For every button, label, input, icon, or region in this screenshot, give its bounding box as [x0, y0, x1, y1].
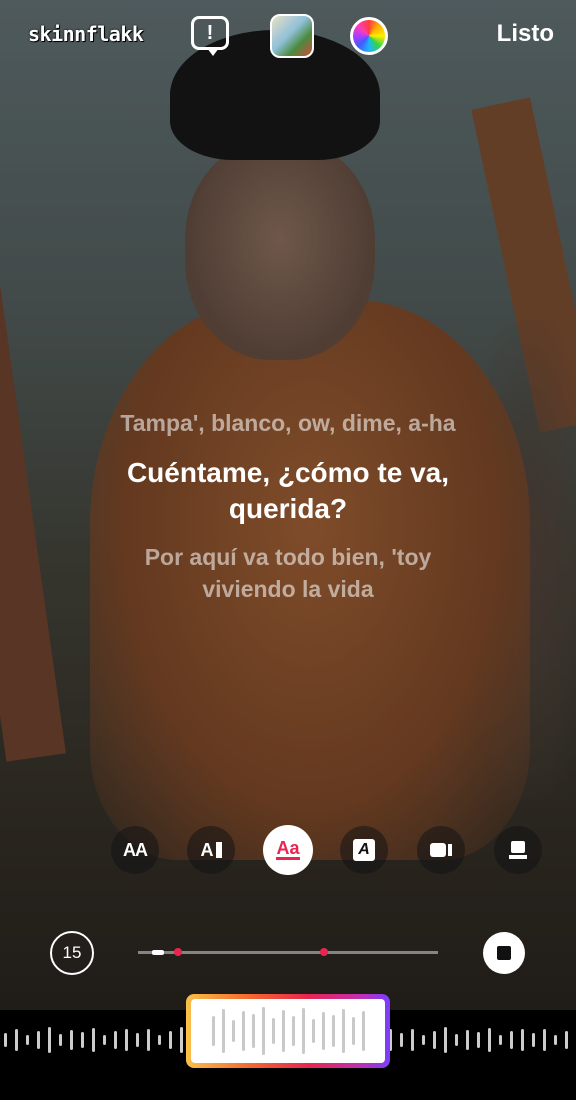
waveform-bar — [554, 1035, 557, 1045]
card-layout-icon — [509, 841, 527, 859]
stop-button[interactable] — [483, 932, 525, 974]
waveform-bar — [510, 1031, 513, 1049]
text-cursor-icon: A — [201, 840, 222, 861]
playback-position[interactable] — [152, 950, 164, 955]
waveform-bar — [147, 1029, 150, 1051]
lyric-next-line-1: Por aquí va todo bien, 'toy — [144, 544, 432, 570]
waveform-bar — [180, 1027, 183, 1053]
waveform-bar — [37, 1031, 40, 1049]
waveform-bar — [455, 1034, 458, 1046]
waveform-bar — [400, 1033, 403, 1047]
waveform-bar — [444, 1027, 447, 1053]
lyric-next-line-2: viviendo la vida — [202, 576, 374, 602]
lyric-next-line: Por aquí va todo bien, 'toy viviendo la … — [0, 541, 576, 605]
style-video-button[interactable] — [417, 826, 465, 874]
style-underline-button[interactable]: Aa — [263, 825, 313, 875]
clip-duration-button[interactable]: 15 — [50, 931, 94, 975]
waveform-bar — [422, 1035, 425, 1045]
lyric-current-line: Cuéntame, ¿cómo te va, querida? — [0, 455, 576, 527]
text-size-icon: AA — [123, 839, 148, 860]
selected-waveform-bar — [301, 1008, 305, 1054]
waveform-bar — [26, 1035, 29, 1045]
waveform-bar — [114, 1031, 117, 1049]
text-underline-icon: Aa — [276, 838, 300, 860]
selected-waveform — [191, 999, 385, 1063]
waveform-bar — [466, 1030, 469, 1050]
style-typewriter-button[interactable]: AA — [111, 826, 159, 874]
video-camera-icon — [430, 843, 452, 857]
lyric-current-line-2: querida? — [228, 493, 348, 524]
waveform-bar — [499, 1035, 502, 1045]
selected-waveform-bar — [261, 1007, 265, 1055]
audio-scrubber[interactable] — [0, 994, 576, 1100]
waveform-bar — [477, 1032, 480, 1048]
waveform-bar — [488, 1028, 491, 1052]
waveform-bar — [532, 1033, 535, 1047]
waveform-bar — [59, 1034, 62, 1046]
waveform-bar — [136, 1033, 139, 1047]
waveform-bar — [169, 1031, 172, 1049]
text-box-icon: A — [353, 839, 375, 861]
waveform-bar — [125, 1029, 128, 1051]
top-bar: skinnflakk ! Listo — [0, 0, 576, 72]
selected-waveform-bar — [291, 1016, 295, 1046]
lyric-marker — [174, 948, 182, 956]
waveform-bar — [543, 1029, 546, 1051]
style-highlight-button[interactable]: A — [187, 826, 235, 874]
selected-waveform-bar — [341, 1009, 345, 1053]
report-icon[interactable]: ! — [191, 16, 229, 56]
done-button[interactable]: Listo — [497, 20, 554, 48]
lyric-current-line-1: Cuéntame, ¿cómo te va, — [126, 457, 450, 488]
stop-icon — [497, 946, 511, 960]
selected-waveform-bar — [281, 1010, 285, 1052]
selected-waveform-bar — [361, 1011, 365, 1051]
waveform-bar — [158, 1035, 161, 1045]
selected-waveform-bar — [211, 1016, 215, 1046]
waveform-bar — [565, 1031, 568, 1049]
selected-waveform-bar — [351, 1017, 355, 1045]
playback-track[interactable] — [138, 948, 438, 956]
album-art-thumbnail[interactable] — [270, 14, 314, 58]
selected-waveform-bar — [251, 1014, 255, 1048]
waveform-bar — [103, 1035, 106, 1045]
waveform-bar — [48, 1027, 51, 1053]
lyric-previous-line: Tampa', blanco, ow, dime, a-ha — [120, 410, 456, 436]
selected-waveform-bar — [321, 1012, 325, 1050]
selected-waveform-bar — [271, 1018, 275, 1044]
selected-waveform-bar — [231, 1020, 235, 1042]
waveform-bar — [81, 1032, 84, 1048]
username-label: skinnflakk — [28, 22, 144, 46]
selected-waveform-bar — [241, 1011, 245, 1051]
lyric-marker — [320, 948, 328, 956]
clip-selector[interactable] — [186, 994, 390, 1068]
waveform-bar — [521, 1029, 524, 1051]
waveform-bar — [433, 1031, 436, 1049]
waveform-bar — [4, 1033, 7, 1047]
selected-waveform-bar — [311, 1019, 315, 1043]
style-boxed-button[interactable]: A — [340, 826, 388, 874]
waveform-bar — [92, 1028, 95, 1052]
color-picker-icon[interactable] — [350, 17, 388, 55]
style-card-button[interactable] — [494, 826, 542, 874]
waveform-bar — [15, 1029, 18, 1051]
waveform-bar — [70, 1030, 73, 1050]
selected-waveform-bar — [331, 1015, 335, 1047]
selected-waveform-bar — [221, 1009, 225, 1053]
waveform-bar — [411, 1029, 414, 1051]
lyrics-style-options: AA A Aa A — [0, 825, 576, 876]
